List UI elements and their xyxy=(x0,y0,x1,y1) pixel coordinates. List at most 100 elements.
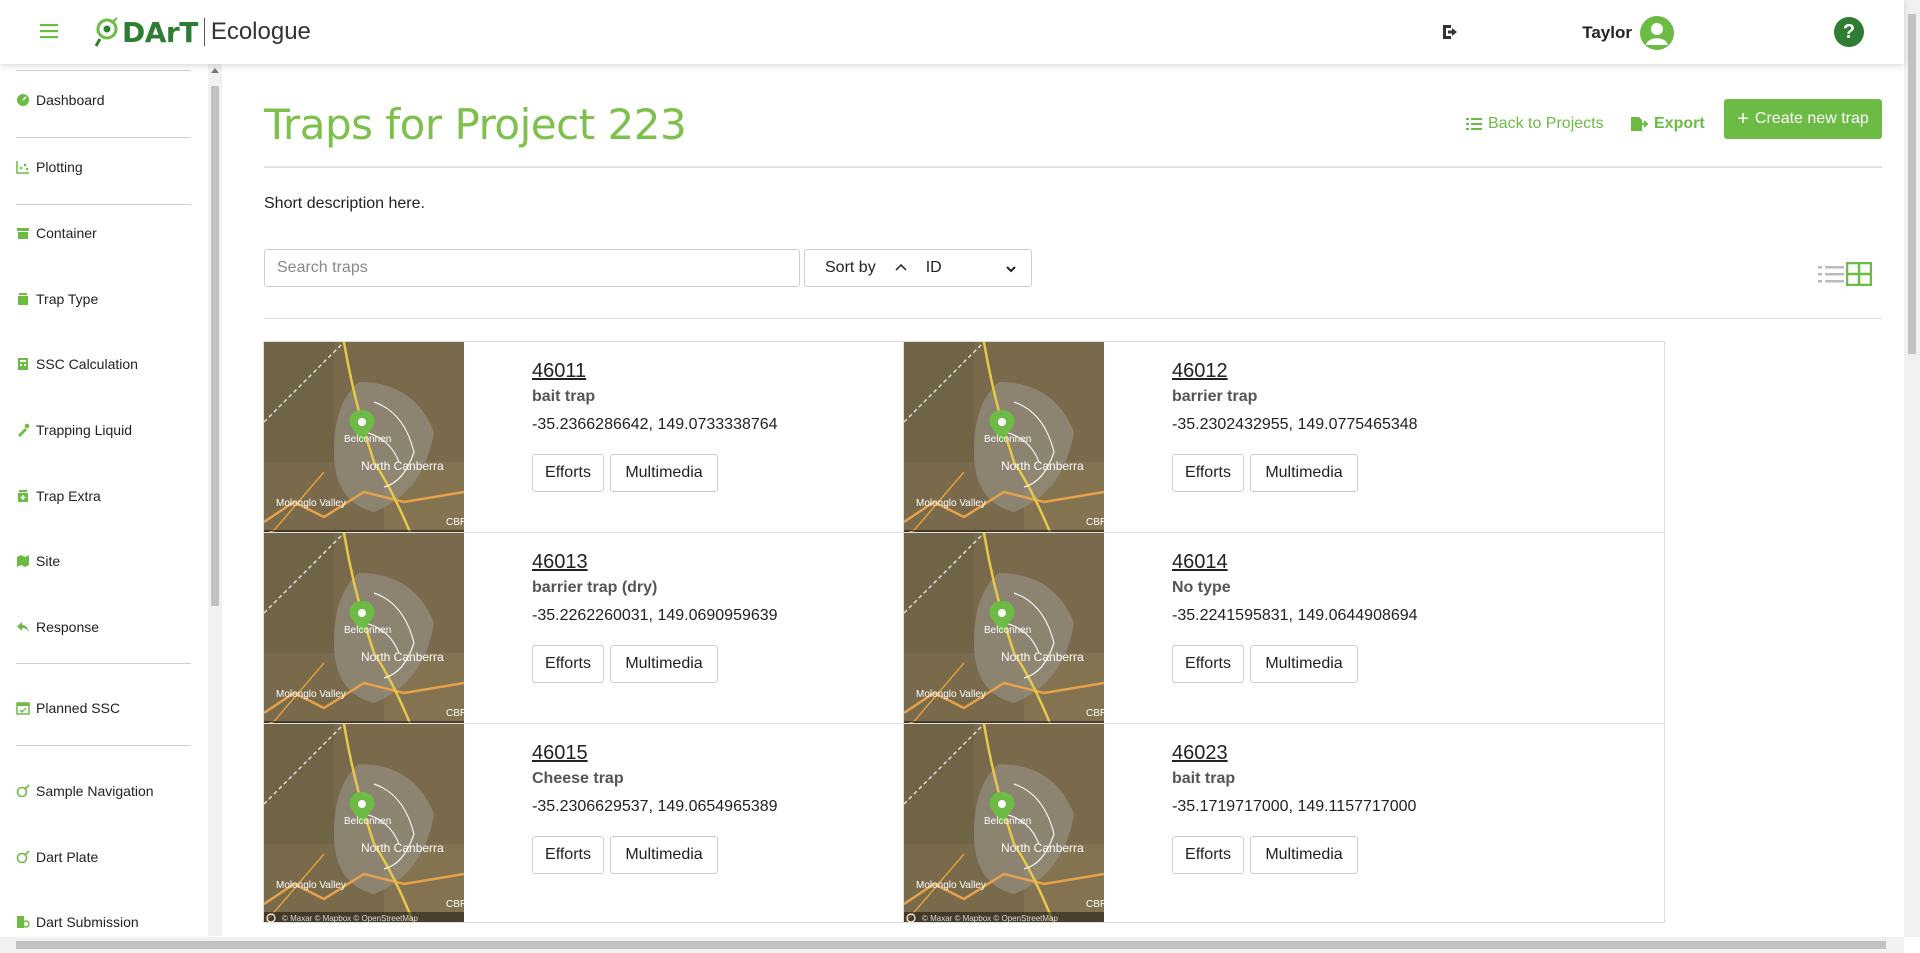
multimedia-button[interactable]: Multimedia xyxy=(610,836,718,874)
trap-map-thumbnail[interactable]: Belconnen North Canberra Molonglo Valley… xyxy=(264,724,464,923)
trap-map-thumbnail[interactable]: Belconnen North Canberra Molonglo Valley… xyxy=(264,533,464,732)
avatar[interactable] xyxy=(1640,16,1674,50)
multimedia-button[interactable]: Multimedia xyxy=(610,454,718,492)
map-label-belconnen: Belconnen xyxy=(344,434,391,445)
export-button[interactable]: Export xyxy=(1630,108,1705,140)
plate-icon xyxy=(16,850,30,864)
efforts-button[interactable]: Efforts xyxy=(532,836,604,874)
scroll-up-arrow-icon[interactable] xyxy=(211,68,219,73)
map-label-north-canberra: North Canberra xyxy=(1001,650,1084,664)
back-to-projects-button[interactable]: Back to Projects xyxy=(1466,108,1604,140)
sidebar-scrollbar[interactable] xyxy=(208,64,222,936)
trap-type: Cheese trap xyxy=(532,770,624,787)
create-new-trap-button[interactable]: + Create new trap xyxy=(1724,99,1882,139)
plus-icon: + xyxy=(1737,108,1749,130)
trap-id-link[interactable]: 46014 xyxy=(1172,551,1228,574)
sidebar-scroll-thumb[interactable] xyxy=(211,86,219,606)
trap-type: barrier trap (dry) xyxy=(532,579,658,596)
map-label-molonglo-valley: Molonglo Valley xyxy=(276,689,346,700)
page-horizontal-scroll-thumb[interactable] xyxy=(16,941,1886,949)
sidebar-item-label: Plotting xyxy=(36,159,83,175)
trap-map-thumbnail[interactable]: Belconnen North Canberra Molonglo Valley… xyxy=(904,533,1104,732)
efforts-button[interactable]: Efforts xyxy=(532,454,604,492)
trap-extra-icon xyxy=(18,490,28,502)
trap-id-link[interactable]: 46011 xyxy=(532,360,586,383)
sidebar-item-label: Trap Type xyxy=(36,291,99,307)
map-label-molonglo-valley: Molonglo Valley xyxy=(916,689,986,700)
map-label-belconnen: Belconnen xyxy=(344,816,391,827)
sidebar-item-response[interactable]: Response xyxy=(16,619,191,635)
trap-id-link[interactable]: 46023 xyxy=(1172,742,1228,765)
map-label-molonglo-valley: Molonglo Valley xyxy=(276,498,346,509)
sidebar-item-label: Site xyxy=(36,553,61,569)
help-button[interactable]: ? xyxy=(1834,17,1864,47)
sidebar-item-dashboard[interactable]: Dashboard xyxy=(16,92,191,108)
page-vertical-scroll-thumb[interactable] xyxy=(1908,14,1916,354)
trap-id-link[interactable]: 46013 xyxy=(532,551,588,574)
efforts-button[interactable]: Efforts xyxy=(1172,454,1244,492)
sort-select[interactable]: Sort by ID xyxy=(804,249,1032,287)
sidebar-item-label: Sample Navigation xyxy=(36,783,154,799)
page-vertical-scrollbar[interactable] xyxy=(1904,0,1920,937)
create-new-trap-label: Create new trap xyxy=(1754,110,1869,127)
map-attribution: © Maxar © Mapbox © OpenStreetMap xyxy=(922,914,1059,923)
efforts-button[interactable]: Efforts xyxy=(532,645,604,683)
multimedia-button[interactable]: Multimedia xyxy=(1250,454,1358,492)
sidebar-item-label: Trapping Liquid xyxy=(36,422,132,438)
sidebar-item-container[interactable]: Container xyxy=(16,225,191,241)
sidebar-divider xyxy=(16,745,191,746)
sort-ascending-chevron-icon[interactable] xyxy=(894,261,908,275)
sidebar-item-ssc-calculation[interactable]: SSC Calculation xyxy=(16,356,191,372)
logo-subtitle: Ecologue xyxy=(210,18,311,45)
sidebar-item-plotting[interactable]: Plotting xyxy=(16,159,191,175)
sidebar-item-trap-extra[interactable]: Trap Extra xyxy=(16,488,191,504)
multimedia-button[interactable]: Multimedia xyxy=(1250,836,1358,874)
search-input[interactable] xyxy=(264,249,800,287)
map-label-north-canberra: North Canberra xyxy=(1001,841,1084,855)
hamburger-menu-icon[interactable] xyxy=(40,22,58,40)
trap-map-thumbnail[interactable]: Belconnen North Canberra Molonglo Valley… xyxy=(264,342,464,541)
trap-id-link[interactable]: 46015 xyxy=(532,742,588,765)
multimedia-button[interactable]: Multimedia xyxy=(1250,645,1358,683)
grid-view-icon[interactable] xyxy=(1846,262,1872,286)
logout-icon[interactable] xyxy=(1440,20,1464,44)
trap-coordinates: -35.2302432955, 149.0775465348 xyxy=(1172,416,1418,433)
trap-map-thumbnail[interactable]: Belconnen North Canberra Molonglo Valley… xyxy=(904,724,1104,923)
sidebar-divider xyxy=(16,663,191,664)
map-label-airport: CBR xyxy=(446,899,464,910)
trap-map-thumbnail[interactable]: Belconnen North Canberra Molonglo Valley… xyxy=(904,342,1104,541)
trap-id-link[interactable]: 46012 xyxy=(1172,360,1228,383)
sidebar-item-trap-type[interactable]: Trap Type xyxy=(16,291,191,307)
user-menu[interactable]: Taylor xyxy=(1582,16,1674,50)
trap-card: Belconnen North Canberra Molonglo Valley… xyxy=(903,723,1665,923)
trap-type-icon xyxy=(18,293,28,305)
efforts-button[interactable]: Efforts xyxy=(1172,836,1244,874)
back-to-projects-label: Back to Projects xyxy=(1488,115,1604,132)
map-label-belconnen: Belconnen xyxy=(344,625,391,636)
map-label-airport: CBR xyxy=(1086,708,1104,719)
user-name: Taylor xyxy=(1582,23,1632,42)
list-view-icon[interactable] xyxy=(1818,264,1844,284)
trap-coordinates: -35.2366286642, 149.0733338764 xyxy=(532,416,778,433)
efforts-button[interactable]: Efforts xyxy=(1172,645,1244,683)
sidebar-item-label: Trap Extra xyxy=(36,488,101,504)
trap-card: Belconnen North Canberra Molonglo Valley… xyxy=(903,532,1665,732)
multimedia-button[interactable]: Multimedia xyxy=(610,645,718,683)
sidebar-item-planned-ssc[interactable]: Planned SSC xyxy=(16,700,191,716)
map-label-airport: CBR xyxy=(1086,899,1104,910)
map-label-belconnen: Belconnen xyxy=(984,434,1031,445)
logo-separator xyxy=(203,18,205,46)
sidebar-item-sample-navigation[interactable]: Sample Navigation xyxy=(16,783,191,799)
sidebar-item-trapping-liquid[interactable]: Trapping Liquid xyxy=(16,422,191,438)
map-label-airport: CBR xyxy=(446,708,464,719)
page-horizontal-scrollbar[interactable] xyxy=(0,937,1904,953)
page-title: Traps for Project 223 xyxy=(264,100,687,149)
sidebar-item-dart-plate[interactable]: Dart Plate xyxy=(16,849,191,865)
app-logo[interactable]: DArT Ecologue xyxy=(94,14,311,50)
map-label-airport: CBR xyxy=(1086,517,1104,528)
sort-label: Sort by xyxy=(825,259,876,276)
sidebar-item-label: Dashboard xyxy=(36,92,105,108)
sidebar-item-dart-submission[interactable]: Dart Submission xyxy=(16,914,191,930)
top-header: DArT Ecologue Taylor ? xyxy=(0,0,1904,64)
sidebar-item-site[interactable]: Site xyxy=(16,553,191,569)
